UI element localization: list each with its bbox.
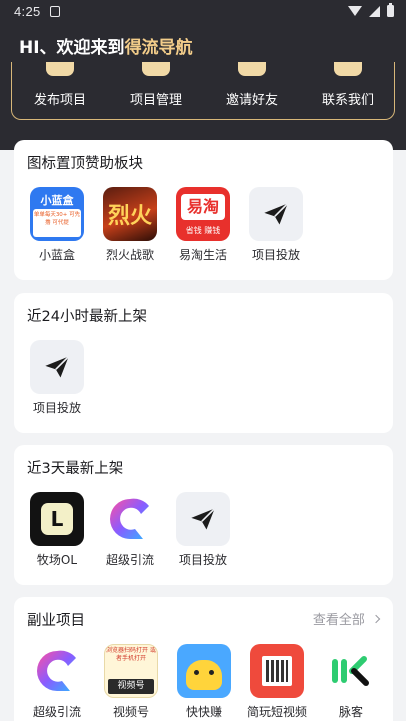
battery-icon xyxy=(387,3,394,17)
jianwan-icon xyxy=(250,644,304,698)
paper-plane-icon xyxy=(249,187,303,241)
manage-icon xyxy=(142,62,170,76)
icon-text: 烈火 xyxy=(107,203,152,229)
icon-text: 易淘 xyxy=(181,194,225,220)
xiaolanhe-icon: 小蓝盒 单单每天30+ 可先撸 可代提 xyxy=(30,187,84,241)
yitao-icon: 易淘 省钱 赚钱 xyxy=(176,187,230,241)
super-traffic-icon xyxy=(103,492,157,546)
action-label: 联系我们 xyxy=(321,93,374,108)
greeting-title: HI、欢迎来到得流导航 xyxy=(19,33,193,58)
section-title: 近24小时最新上架 xyxy=(27,309,147,325)
kuaikuaizhuan-icon xyxy=(177,644,231,698)
sponsored-section: 图标置顶赞助板块 小蓝盒 单单每天30+ 可先撸 可代提 小蓝盒 烈火 烈火战歌… xyxy=(14,140,393,280)
icon-subtext: 省钱 赚钱 xyxy=(185,226,221,235)
brand-name: 得流导航 xyxy=(124,38,193,58)
app-label: 项目投放 xyxy=(32,401,81,415)
app-label: 脉客 xyxy=(338,705,363,719)
section-title: 图标置顶赞助板块 xyxy=(27,156,143,172)
icon-subtext: 浏览器扫码打开 或者手机打开 xyxy=(106,647,156,662)
status-time: 4:25 xyxy=(14,4,41,19)
icon-text: 小蓝盒 xyxy=(40,194,74,207)
paper-plane-icon xyxy=(176,492,230,546)
app-label: 项目投放 xyxy=(251,248,300,262)
maike-icon xyxy=(324,644,378,698)
greeting-prefix: HI、欢迎来到 xyxy=(19,38,125,58)
manage-project-button[interactable]: 项目管理 xyxy=(108,62,204,120)
wifi-icon xyxy=(348,6,362,16)
status-bar: 4:25 xyxy=(0,0,406,24)
action-label: 发布项目 xyxy=(33,93,86,108)
contact-icon xyxy=(334,62,362,76)
action-label: 邀请好友 xyxy=(225,93,278,108)
icon-text: 视频号 xyxy=(108,679,154,694)
invite-friends-button[interactable]: 邀请好友 xyxy=(204,62,300,120)
last-24h-section: 近24小时最新上架 项目投放 xyxy=(14,293,393,433)
view-all-label: 查看全部 xyxy=(312,613,365,628)
view-all-link[interactable]: 查看全部 xyxy=(312,609,381,628)
side-projects-section: 副业项目 查看全部 超级引流 浏览器扫码打开 或者手机打开 视频号 视频号 快快… xyxy=(14,597,393,721)
paper-plane-icon xyxy=(30,340,84,394)
last-3d-section: 近3天最新上架 L 牧场OL 超级引流 项目投放 xyxy=(14,445,393,585)
chevron-right-icon xyxy=(371,614,381,624)
super-traffic-icon xyxy=(30,644,84,698)
action-label: 项目管理 xyxy=(129,93,182,108)
icon-subtext: 单单每天30+ 可先撸 可代提 xyxy=(33,209,81,237)
publish-project-button[interactable]: 发布项目 xyxy=(12,62,108,120)
liehuo-icon: 烈火 xyxy=(103,187,157,241)
notification-icon xyxy=(50,6,60,17)
quick-actions-panel: 发布项目 项目管理 邀请好友 联系我们 xyxy=(11,62,395,120)
channels-icon: 浏览器扫码打开 或者手机打开 视频号 xyxy=(104,644,158,698)
icon-text: L xyxy=(41,503,73,535)
contact-us-button[interactable]: 联系我们 xyxy=(300,62,396,120)
section-title: 近3天最新上架 xyxy=(27,461,124,477)
section-title: 副业项目 xyxy=(27,613,85,629)
signal-icon xyxy=(369,5,380,17)
publish-icon xyxy=(46,62,74,76)
app-label: 项目投放 xyxy=(178,553,227,567)
muchang-icon: L xyxy=(30,492,84,546)
invite-icon xyxy=(238,62,266,76)
